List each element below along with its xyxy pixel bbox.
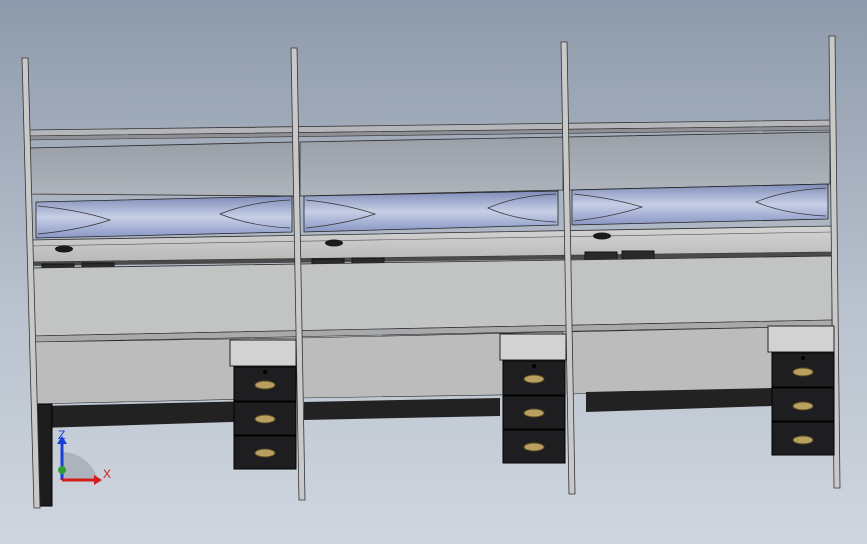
lower-rails: [35, 388, 772, 507]
triad-plane-icon: [62, 452, 98, 480]
light-box-left: [35, 195, 293, 239]
pedestal-center: [499, 333, 567, 464]
cad-viewport[interactable]: Z X: [0, 0, 867, 544]
pedestal-right: [767, 325, 835, 456]
light-box-center: [303, 190, 559, 233]
y-axis-dot: [58, 466, 66, 474]
light-box-right: [571, 183, 829, 226]
x-axis-label: X: [103, 467, 111, 481]
coordinate-triad[interactable]: Z X: [57, 428, 111, 485]
pedestal-left: [229, 339, 297, 470]
modesty-panels: [31, 255, 833, 405]
z-axis-label: Z: [58, 428, 65, 442]
workstation-model[interactable]: Z X: [0, 0, 867, 544]
